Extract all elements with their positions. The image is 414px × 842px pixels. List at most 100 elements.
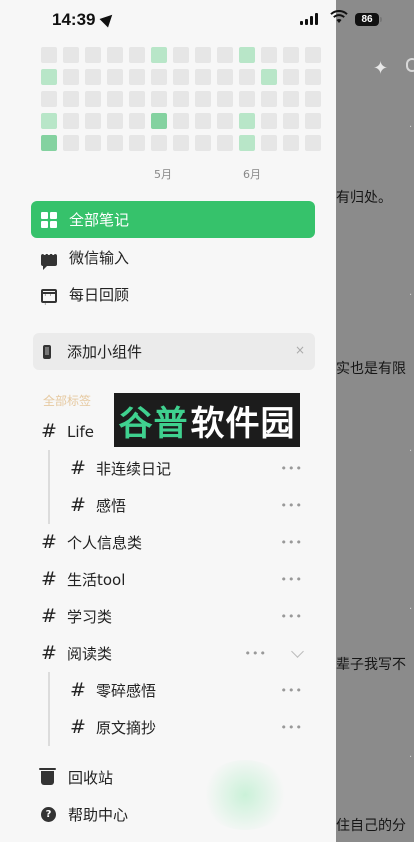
heatmap-cell[interactable] <box>107 69 123 85</box>
heatmap-cell[interactable] <box>129 91 145 107</box>
heatmap-cell[interactable] <box>305 113 321 129</box>
heatmap-cell[interactable] <box>107 91 123 107</box>
heatmap-cell[interactable] <box>283 69 299 85</box>
heatmap-cell[interactable] <box>217 47 233 63</box>
heatmap-cell[interactable] <box>195 91 211 107</box>
tag-item-fragments[interactable]: # 零碎感悟 ••• <box>70 672 315 709</box>
heatmap-cell[interactable] <box>129 135 145 151</box>
nav-daily-review[interactable]: 每日回顾 <box>31 276 315 313</box>
tag-item-insights[interactable]: # 感悟 ••• <box>70 487 315 524</box>
heatmap-cell[interactable] <box>41 69 57 85</box>
heatmap-cell[interactable] <box>261 135 277 151</box>
help-center-item[interactable]: ? 帮助中心 <box>41 796 315 833</box>
heatmap-cell[interactable] <box>151 135 167 151</box>
heatmap-cell[interactable] <box>85 47 101 63</box>
tag-item-life-tool[interactable]: # 生活tool ••• <box>41 561 315 598</box>
heatmap-cell[interactable] <box>41 47 57 63</box>
background-snippet: 有归处。 <box>336 190 392 206</box>
heatmap-cell[interactable] <box>151 113 167 129</box>
background-notes-overlay[interactable] <box>336 0 414 842</box>
heatmap-cell[interactable] <box>305 91 321 107</box>
heatmap-cell[interactable] <box>129 69 145 85</box>
heatmap-cell[interactable] <box>261 113 277 129</box>
heatmap-cell[interactable] <box>63 113 79 129</box>
more-icon[interactable]: ••• <box>281 721 303 734</box>
tag-label: 感悟 <box>96 497 127 515</box>
heatmap-cell[interactable] <box>129 47 145 63</box>
chevron-down-icon[interactable] <box>291 645 304 658</box>
tag-item-reading[interactable]: # 阅读类 ••• <box>41 635 315 672</box>
heatmap-cell[interactable] <box>173 91 189 107</box>
battery-indicator: 86 <box>355 13 382 26</box>
heatmap-cell[interactable] <box>283 47 299 63</box>
heatmap-cell[interactable] <box>305 135 321 151</box>
heatmap-cell[interactable] <box>195 135 211 151</box>
wifi-icon <box>330 10 348 23</box>
tag-item-personal-info[interactable]: # 个人信息类 ••• <box>41 524 315 561</box>
more-icon[interactable]: ••• <box>281 499 303 512</box>
heatmap-cell[interactable] <box>107 135 123 151</box>
heatmap-cell[interactable] <box>63 135 79 151</box>
more-icon[interactable]: ••• <box>281 536 303 549</box>
heatmap-cell[interactable] <box>283 91 299 107</box>
heatmap-cell[interactable] <box>195 69 211 85</box>
heatmap-cell[interactable] <box>239 69 255 85</box>
heatmap-cell[interactable] <box>63 47 79 63</box>
heatmap-cell[interactable] <box>107 113 123 129</box>
heatmap-cell[interactable] <box>85 91 101 107</box>
heatmap-cell[interactable] <box>85 69 101 85</box>
heatmap-cell[interactable] <box>63 91 79 107</box>
heatmap-cell[interactable] <box>151 69 167 85</box>
more-icon[interactable]: ••• <box>281 684 303 697</box>
heatmap-cell[interactable] <box>173 113 189 129</box>
nav-all-notes[interactable]: 全部笔记 <box>31 201 315 238</box>
more-icon[interactable]: ••• <box>281 610 303 623</box>
hash-icon: # <box>70 494 86 516</box>
more-icon[interactable]: ••• <box>281 573 303 586</box>
heatmap-cell[interactable] <box>239 135 255 151</box>
heatmap-cell[interactable] <box>239 113 255 129</box>
heatmap-cell[interactable] <box>305 47 321 63</box>
heatmap-cell[interactable] <box>151 47 167 63</box>
heatmap-cell[interactable] <box>151 91 167 107</box>
heatmap-cell[interactable] <box>173 135 189 151</box>
tag-item-study[interactable]: # 学习类 ••• <box>41 598 315 635</box>
heatmap-cell[interactable] <box>195 113 211 129</box>
recycle-bin-item[interactable]: 回收站 <box>39 759 315 796</box>
cellular-signal-icon <box>300 13 318 25</box>
more-icon[interactable]: ••• <box>245 647 267 660</box>
heatmap-cell[interactable] <box>217 91 233 107</box>
heatmap-cell[interactable] <box>239 91 255 107</box>
heatmap-cell[interactable] <box>195 47 211 63</box>
heatmap-cell[interactable] <box>85 113 101 129</box>
tag-item-diary[interactable]: # 非连续日记 ••• <box>70 450 315 487</box>
tag-item-excerpts[interactable]: # 原文摘抄 ••• <box>70 709 315 746</box>
heatmap-cell[interactable] <box>283 135 299 151</box>
heatmap-cell[interactable] <box>217 113 233 129</box>
close-icon[interactable]: × <box>295 343 305 357</box>
heatmap-cell[interactable] <box>63 69 79 85</box>
heatmap-cell[interactable] <box>239 47 255 63</box>
heatmap-cell[interactable] <box>41 113 57 129</box>
question-icon: ? <box>41 807 56 822</box>
heatmap-cell[interactable] <box>173 69 189 85</box>
heatmap-cell[interactable] <box>217 69 233 85</box>
heatmap-cell[interactable] <box>305 69 321 85</box>
heatmap-cell[interactable] <box>41 91 57 107</box>
heatmap-cell[interactable] <box>217 135 233 151</box>
tag-label: 个人信息类 <box>67 534 143 552</box>
heatmap-cell[interactable] <box>283 113 299 129</box>
heatmap-cell[interactable] <box>261 91 277 107</box>
sparkle-icon: ✦ <box>373 58 389 79</box>
heatmap-cell[interactable] <box>41 135 57 151</box>
heatmap-cell[interactable] <box>173 47 189 63</box>
more-icon[interactable]: ••• <box>281 462 303 475</box>
heatmap-cell[interactable] <box>85 135 101 151</box>
heatmap-cell[interactable] <box>261 69 277 85</box>
hash-icon: # <box>41 531 57 553</box>
heatmap-cell[interactable] <box>129 113 145 129</box>
heatmap-cell[interactable] <box>261 47 277 63</box>
nav-wechat-input[interactable]: 微信输入 <box>31 239 315 276</box>
heatmap-cell[interactable] <box>107 47 123 63</box>
add-widget-card[interactable]: 添加小组件 × <box>33 333 315 370</box>
